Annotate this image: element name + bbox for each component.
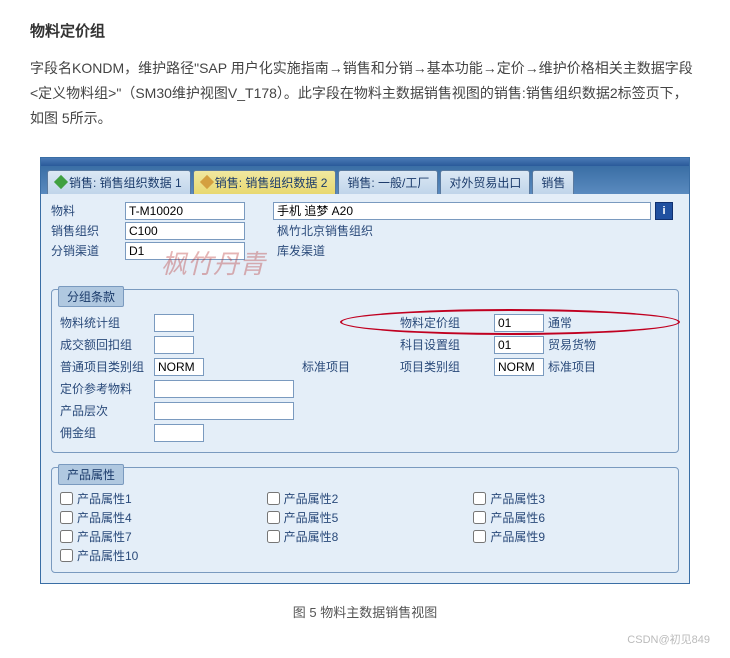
mat-price-grp-label: 物料定价组: [400, 314, 490, 331]
commission-grp-label: 佣金组: [60, 424, 150, 441]
product-attr-7-checkbox[interactable]: [60, 530, 73, 543]
item-cat-grp-text: 标准项目: [548, 358, 608, 375]
product-attr-1-checkbox[interactable]: [60, 492, 73, 505]
salesorg-label: 销售组织: [51, 222, 121, 239]
grouping-row-6: 佣金组: [60, 422, 670, 444]
product-attr-grid: 产品属性1 产品属性2 产品属性3 产品属性4 产品属性5 产品属性6 产品属性…: [60, 490, 670, 564]
window-chrome: [41, 158, 689, 166]
distch-input[interactable]: [125, 242, 245, 260]
mat-stat-grp-input[interactable]: [154, 314, 194, 332]
gen-item-cat-label: 普通项目类别组: [60, 358, 150, 375]
header-grid: 物料 i 销售组织 枫竹北京销售组织 分销渠道 库发渠道: [51, 202, 679, 260]
chk-label: 产品属性9: [490, 528, 545, 545]
acct-assign-grp-text: 贸易货物: [548, 336, 608, 353]
product-attr-3-checkbox[interactable]: [473, 492, 486, 505]
sap-body: 物料 i 销售组织 枫竹北京销售组织 分销渠道 库发渠道 枫竹丹青 分组条款 物…: [41, 194, 689, 583]
product-attr-6[interactable]: 产品属性6: [473, 509, 670, 526]
prod-hierarchy-label: 产品层次: [60, 402, 150, 419]
product-attr-10[interactable]: 产品属性10: [60, 547, 257, 564]
mat-price-grp-input[interactable]: [494, 314, 544, 332]
vol-rebate-grp-input[interactable]: [154, 336, 194, 354]
grouping-row-5: 产品层次: [60, 400, 670, 422]
product-attr-4[interactable]: 产品属性4: [60, 509, 257, 526]
material-label: 物料: [51, 202, 121, 219]
tab-sales-org-1[interactable]: 销售: 销售组织数据 1: [47, 170, 191, 194]
product-attr-panel: 产品属性 产品属性1 产品属性2 产品属性3 产品属性4 产品属性5 产品属性6…: [51, 467, 679, 573]
acct-assign-grp-input[interactable]: [494, 336, 544, 354]
figure-caption: 图 5 物料主数据销售视图: [0, 602, 730, 621]
product-attr-2[interactable]: 产品属性2: [267, 490, 464, 507]
grouping-panel: 分组条款 物料统计组 物料定价组 通常 成交额回扣组 科目设置组: [51, 289, 679, 453]
chk-label: 产品属性1: [77, 490, 132, 507]
product-attr-9[interactable]: 产品属性9: [473, 528, 670, 545]
item-cat-grp-input[interactable]: [494, 358, 544, 376]
grouping-panel-title: 分组条款: [58, 286, 124, 307]
tab-sales[interactable]: 销售: [532, 170, 574, 194]
tab-check-icon: [54, 175, 68, 189]
salesorg-input[interactable]: [125, 222, 245, 240]
product-attr-5[interactable]: 产品属性5: [267, 509, 464, 526]
grouping-row-2: 成交额回扣组 科目设置组 贸易货物: [60, 334, 670, 356]
tab-label: 对外贸易出口: [449, 174, 521, 191]
mat-price-grp-text: 通常: [548, 314, 608, 331]
commission-grp-input[interactable]: [154, 424, 204, 442]
pricing-ref-mat-label: 定价参考物料: [60, 380, 150, 397]
grouping-row-3: 普通项目类别组 标准项目 项目类别组 标准项目: [60, 356, 670, 378]
distch-desc: 库发渠道: [273, 242, 679, 259]
sap-window: 销售: 销售组织数据 1 销售: 销售组织数据 2 销售: 一般/工厂 对外贸易…: [40, 157, 690, 584]
chk-label: 产品属性4: [77, 509, 132, 526]
chk-label: 产品属性10: [77, 547, 138, 564]
tab-label: 销售: 销售组织数据 2: [215, 174, 328, 191]
salesorg-desc: 枫竹北京销售组织: [273, 222, 679, 239]
chk-label: 产品属性8: [284, 528, 339, 545]
product-attr-title: 产品属性: [58, 464, 124, 485]
chk-label: 产品属性7: [77, 528, 132, 545]
tabstrip: 销售: 销售组织数据 1 销售: 销售组织数据 2 销售: 一般/工厂 对外贸易…: [41, 166, 689, 194]
tab-sales-general[interactable]: 销售: 一般/工厂: [338, 170, 438, 194]
product-attr-4-checkbox[interactable]: [60, 511, 73, 524]
tab-label: 销售: 销售组织数据 1: [69, 174, 182, 191]
chk-label: 产品属性6: [490, 509, 545, 526]
gen-item-cat-input[interactable]: [154, 358, 204, 376]
product-attr-3[interactable]: 产品属性3: [473, 490, 670, 507]
vol-rebate-grp-label: 成交额回扣组: [60, 336, 150, 353]
chk-label: 产品属性3: [490, 490, 545, 507]
product-attr-2-checkbox[interactable]: [267, 492, 280, 505]
tab-check-icon: [200, 175, 214, 189]
article-paragraph: 字段名KONDM，维护路径"SAP 用户化实施指南→销售和分销→基本功能→定价→…: [0, 51, 730, 147]
acct-assign-grp-label: 科目设置组: [400, 336, 490, 353]
pricing-ref-mat-input[interactable]: [154, 380, 294, 398]
chk-label: 产品属性2: [284, 490, 339, 507]
item-cat-grp-label: 项目类别组: [400, 358, 490, 375]
prod-hierarchy-input[interactable]: [154, 402, 294, 420]
product-attr-8-checkbox[interactable]: [267, 530, 280, 543]
chk-label: 产品属性5: [284, 509, 339, 526]
distch-label: 分销渠道: [51, 242, 121, 259]
product-attr-5-checkbox[interactable]: [267, 511, 280, 524]
tab-sales-org-2[interactable]: 销售: 销售组织数据 2: [193, 170, 337, 194]
tab-label: 销售: [541, 174, 565, 191]
info-icon[interactable]: i: [655, 202, 673, 220]
grouping-row-1: 物料统计组 物料定价组 通常: [60, 312, 670, 334]
product-attr-1[interactable]: 产品属性1: [60, 490, 257, 507]
product-attr-10-checkbox[interactable]: [60, 549, 73, 562]
gen-item-cat-text: 标准项目: [302, 358, 372, 375]
mat-stat-grp-label: 物料统计组: [60, 314, 150, 331]
tab-foreign-trade[interactable]: 对外贸易出口: [440, 170, 530, 194]
article-title: 物料定价组: [0, 0, 730, 51]
product-attr-8[interactable]: 产品属性8: [267, 528, 464, 545]
product-attr-9-checkbox[interactable]: [473, 530, 486, 543]
tab-label: 销售: 一般/工厂: [347, 174, 429, 191]
csdn-watermark: CSDN@初见849: [0, 631, 730, 647]
material-input[interactable]: [125, 202, 245, 220]
product-attr-7[interactable]: 产品属性7: [60, 528, 257, 545]
grouping-row-4: 定价参考物料: [60, 378, 670, 400]
product-attr-6-checkbox[interactable]: [473, 511, 486, 524]
material-desc-input[interactable]: [273, 202, 651, 220]
